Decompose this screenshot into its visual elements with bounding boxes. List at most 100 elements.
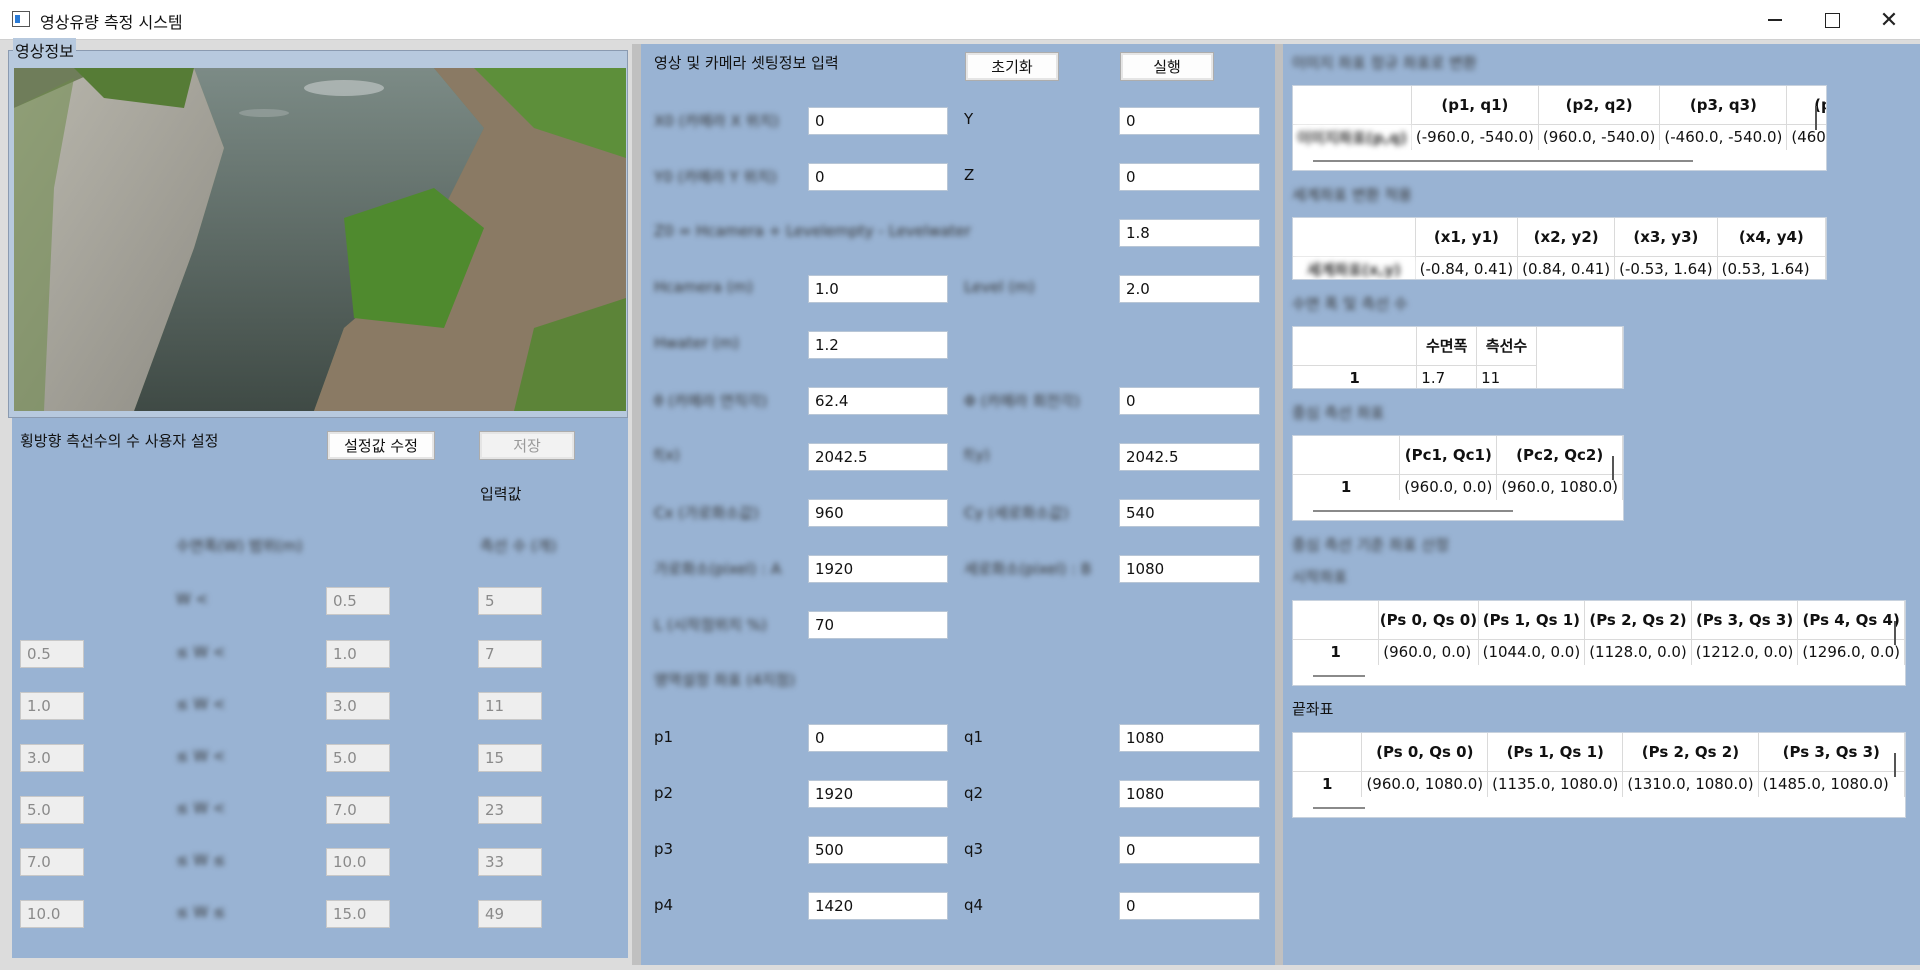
table-cell[interactable]: (0.84, 0.41) [1517,256,1616,279]
column-header[interactable]: (Ps 3, Qs 3) [1758,733,1905,772]
vertical-scrollbar[interactable] [1894,621,1896,645]
table-cell[interactable]: (1310.0, 1080.0) [1622,771,1759,797]
level-input[interactable]: 2.0 [1119,275,1260,303]
q3-input[interactable]: 0 [1119,836,1260,864]
vertical-scrollbar[interactable] [1815,106,1817,130]
q4-input[interactable]: 0 [1119,892,1260,920]
column-header[interactable]: (x4, y4) [1717,218,1826,257]
line-count-input[interactable]: 7 [478,640,542,668]
column-header[interactable]: (Ps 3, Qs 3) [1691,601,1799,640]
end-coord-table[interactable]: (Ps 0, Qs 0) (Ps 1, Qs 1) (Ps 2, Qs 2) (… [1292,732,1906,818]
horizontal-scrollbar[interactable] [1313,160,1693,162]
column-header[interactable]: (Ps 2, Qs 2) [1622,733,1759,772]
p3-input[interactable]: 500 [808,836,948,864]
column-header[interactable]: (p1, q1) [1411,86,1539,125]
table-cell[interactable]: (-960.0, -540.0) [1411,124,1539,150]
vertical-scrollbar[interactable] [1612,456,1614,480]
table-cell[interactable]: (-0.53, 1.64) [1614,256,1718,279]
p1-input[interactable]: 0 [808,724,948,752]
table-cell[interactable]: (1128.0, 0.0) [1584,639,1692,665]
column-header[interactable]: (p4, q4) [1786,86,1826,125]
hcamera-input[interactable]: 1.0 [808,275,948,303]
panel-divider[interactable] [632,44,641,965]
range-upper-input[interactable]: 3.0 [326,692,390,720]
column-header[interactable]: (Ps 1, Qs 1) [1487,733,1624,772]
z-input[interactable]: 0 [1119,163,1260,191]
column-header[interactable]: (Pc1, Qc1) [1399,436,1498,475]
vertical-scrollbar[interactable] [1894,753,1896,777]
range-upper-input[interactable]: 15.0 [326,900,390,928]
p4-input[interactable]: 1420 [808,892,948,920]
edit-settings-button[interactable]: 설정값 수정 [327,431,435,460]
table-cell[interactable]: (960.0, -540.0) [1538,124,1661,150]
column-header[interactable]: (x1, y1) [1415,218,1519,257]
range-upper-input[interactable]: 1.0 [326,640,390,668]
column-header[interactable]: (p2, q2) [1538,86,1661,125]
line-count-input[interactable]: 33 [478,848,542,876]
table-cell[interactable]: (1485.0, 1080.0) [1758,771,1905,797]
column-header[interactable]: (p3, q3) [1659,86,1788,125]
center-lines-table[interactable]: (Pc1, Qc1) (Pc2, Qc2) 1 (960.0, 0.0) (96… [1292,435,1624,521]
horizontal-scrollbar[interactable] [1313,807,1365,809]
line-count-input[interactable]: 49 [478,900,542,928]
table-cell[interactable]: (460.0, -540.0) [1786,124,1826,150]
a-input[interactable]: 1920 [808,555,948,583]
column-header[interactable]: (Ps 2, Qs 2) [1584,601,1692,640]
theta-input[interactable]: 62.4 [808,387,948,415]
fx-input[interactable]: 2042.5 [808,443,948,471]
column-header[interactable]: 수면폭 [1416,327,1478,366]
line-count-input[interactable]: 15 [478,744,542,772]
table-cell[interactable]: (-0.84, 0.41) [1415,256,1519,279]
table-cell[interactable]: (1212.0, 0.0) [1691,639,1799,665]
save-button[interactable]: 저장 [479,431,575,460]
panel-divider[interactable] [1275,44,1283,965]
line-count-input[interactable]: 11 [478,692,542,720]
fy-input[interactable]: 2042.5 [1119,443,1260,471]
line-count-input[interactable]: 5 [478,587,542,615]
phi-input[interactable]: 0 [1119,387,1260,415]
range-upper-input[interactable]: 10.0 [326,848,390,876]
table-cell[interactable]: (960.0, 1080.0) [1361,771,1489,797]
column-header[interactable]: (x3, y3) [1614,218,1718,257]
world-coord-table[interactable]: (x1, y1) (x2, y2) (x3, y3) (x4, y4) 세계좌표… [1292,217,1827,280]
start-coord-table[interactable]: (Ps 0, Qs 0) (Ps 1, Qs 1) (Ps 2, Qs 2) (… [1292,600,1906,686]
image-coord-table[interactable]: (p1, q1) (p2, q2) (p3, q3) (p4, q4) 이미지좌… [1292,85,1827,171]
close-icon[interactable]: ✕ [1861,0,1917,40]
column-header[interactable]: (Ps 4, Qs 4) [1797,601,1905,640]
table-cell[interactable]: (-460.0, -540.0) [1659,124,1788,150]
column-header[interactable]: (Pc2, Qc2) [1496,436,1623,475]
width-lines-table[interactable]: 수면폭 측선수 1 1.7 11 [1292,326,1624,389]
run-button[interactable]: 실행 [1120,52,1214,81]
hwater-input[interactable]: 1.2 [808,331,948,359]
reset-button[interactable]: 초기화 [965,52,1059,81]
range-lower-input[interactable]: 3.0 [20,744,84,772]
table-cell[interactable]: (1044.0, 0.0) [1478,639,1586,665]
minimize-icon[interactable] [1747,0,1803,40]
y0-input[interactable]: 0 [808,163,948,191]
column-header[interactable]: (x2, y2) [1517,218,1616,257]
table-cell[interactable]: (960.0, 1080.0) [1496,474,1623,500]
z0-input[interactable]: 1.8 [1119,219,1260,247]
table-cell[interactable]: (960.0, 0.0) [1378,639,1479,665]
range-lower-input[interactable]: 7.0 [20,848,84,876]
range-upper-input[interactable]: 0.5 [326,587,390,615]
maximize-icon[interactable] [1804,0,1860,40]
column-header[interactable]: (Ps 1, Qs 1) [1478,601,1586,640]
horizontal-scrollbar[interactable] [1313,510,1513,512]
l-input[interactable]: 70 [808,611,948,639]
q2-input[interactable]: 1080 [1119,780,1260,808]
range-lower-input[interactable]: 1.0 [20,692,84,720]
range-lower-input[interactable]: 5.0 [20,796,84,824]
column-header[interactable]: (Ps 0, Qs 0) [1378,601,1479,640]
table-cell[interactable]: (0.53, 1.64) [1717,256,1826,279]
cy-input[interactable]: 540 [1119,499,1260,527]
line-count-input[interactable]: 23 [478,796,542,824]
y-input[interactable]: 0 [1119,107,1260,135]
table-cell[interactable]: 11 [1476,365,1537,388]
horizontal-scrollbar[interactable] [1313,675,1365,677]
cx-input[interactable]: 960 [808,499,948,527]
x0-input[interactable]: 0 [808,107,948,135]
table-cell[interactable]: 1.7 [1416,365,1478,388]
range-upper-input[interactable]: 7.0 [326,796,390,824]
range-lower-input[interactable]: 10.0 [20,900,84,928]
